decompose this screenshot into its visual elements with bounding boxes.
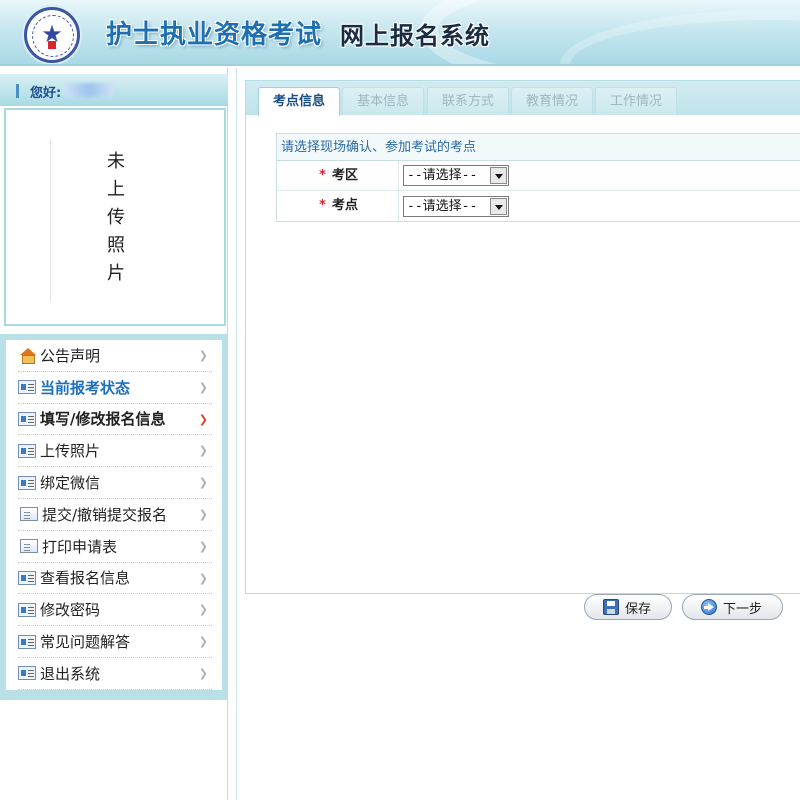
greeting-bar: 您好: <box>0 74 228 106</box>
nurse-exam-emblem-icon: ★ <box>24 7 80 63</box>
menu-item-label: 填写/修改报名信息 <box>40 410 166 429</box>
field-label-text: 考区 <box>331 168 358 183</box>
form-row-exam-region: * 考区 --请选择-- <box>277 161 800 191</box>
tab-exam-site[interactable]: 考点信息 <box>258 87 341 116</box>
field-label-exam-region: * 考区 <box>277 161 399 190</box>
menu-item-label: 修改密码 <box>40 601 101 620</box>
greeting-marker <box>16 84 19 98</box>
menu-item-label: 上传照片 <box>40 442 101 461</box>
select-value: --请选择-- <box>407 198 478 214</box>
card-icon <box>18 443 36 458</box>
menu-item-view-registration[interactable]: 查看报名信息 ❯ <box>18 563 212 595</box>
tab-basic-info[interactable]: 基本信息 <box>342 87 425 115</box>
next-step-button[interactable]: 下一步 <box>682 594 784 620</box>
menu-item-print-application[interactable]: 打印申请表 ❯ <box>18 531 212 563</box>
chevron-right-active-icon: ❯ <box>198 412 208 426</box>
save-button-label: 保存 <box>625 601 652 617</box>
page-icon <box>20 507 38 522</box>
tab-bar: 考点信息 基本信息 联系方式 教育情况 工作情况 <box>246 81 800 116</box>
required-mark: * <box>319 198 326 213</box>
greeting-label: 您好: <box>30 86 62 101</box>
site-subtitle: 网上报名系统 <box>340 22 490 50</box>
menu-item-label: 提交/撤销提交报名 <box>42 505 168 524</box>
menu-item-submit-registration[interactable]: 提交/撤销提交报名 ❯ <box>18 499 212 531</box>
card-icon <box>18 411 36 426</box>
chevron-right-icon: ❯ <box>198 380 208 394</box>
photo-placeholder-text: 未上传照片 <box>107 151 125 284</box>
menu-item-label: 打印申请表 <box>42 537 118 556</box>
menu-item-change-password[interactable]: 修改密码 ❯ <box>18 594 212 627</box>
menu-item-label: 查看报名信息 <box>40 569 131 588</box>
chevron-right-icon: ❯ <box>198 539 208 553</box>
dropdown-arrow-icon[interactable] <box>490 167 507 184</box>
required-mark: * <box>319 168 326 183</box>
menu-item-label: 当前报考状态 <box>40 378 131 397</box>
menu-item-upload-photo[interactable]: 上传照片 ❯ <box>18 435 212 468</box>
card-icon <box>18 634 36 649</box>
tab-work[interactable]: 工作情况 <box>595 87 678 115</box>
photo-divider <box>50 140 51 302</box>
menu-item-current-status[interactable]: 当前报考状态 ❯ <box>18 372 212 404</box>
chevron-right-icon: ❯ <box>198 571 208 585</box>
dropdown-arrow-icon[interactable] <box>490 197 507 215</box>
field-label-exam-site: * 考点 <box>277 191 399 221</box>
tab-panel: 考点信息 基本信息 联系方式 教育情况 工作情况 请选择现场确认、参加考试的考点… <box>245 80 800 594</box>
form-row-exam-site: * 考点 --请选择-- <box>277 191 800 221</box>
page-icon <box>20 539 38 554</box>
menu-item-faq[interactable]: 常见问题解答 ❯ <box>18 626 212 658</box>
menu-item-label: 绑定微信 <box>40 474 101 493</box>
redacted-username <box>64 83 114 97</box>
menu-frame: 公告声明 ❯ 当前报考状态 ❯ 填写/修改报名信息 ❯ 上传照片 ❯ 绑定微信 <box>0 334 228 700</box>
home-icon <box>18 348 36 365</box>
chevron-right-icon: ❯ <box>198 666 208 680</box>
chevron-right-icon: ❯ <box>198 444 208 458</box>
menu-item-label: 常见问题解答 <box>40 633 131 652</box>
exam-site-select[interactable]: --请选择-- <box>403 195 509 217</box>
floppy-disk-icon <box>603 599 619 615</box>
card-icon <box>18 602 36 617</box>
exam-region-select[interactable]: --请选择-- <box>403 165 509 186</box>
chevron-right-icon: ❯ <box>198 635 208 649</box>
menu-item-announcement[interactable]: 公告声明 ❯ <box>18 340 212 372</box>
select-value: --请选择-- <box>407 168 478 183</box>
card-icon <box>18 380 36 395</box>
field-value-cell: --请选择-- <box>399 191 509 221</box>
chevron-right-icon: ❯ <box>198 476 208 490</box>
field-value-cell: --请选择-- <box>399 161 509 190</box>
card-icon <box>18 666 36 681</box>
menu-item-logout[interactable]: 退出系统 ❯ <box>18 658 212 690</box>
tab-education[interactable]: 教育情况 <box>511 87 594 115</box>
main-content: 考点信息 基本信息 联系方式 教育情况 工作情况 请选择现场确认、参加考试的考点… <box>236 68 800 800</box>
exam-site-form: 请选择现场确认、参加考试的考点 * 考区 --请选择-- * 考点 --请选择-- <box>276 133 800 222</box>
form-instruction: 请选择现场确认、参加考试的考点 <box>277 134 800 161</box>
header-banner: ★ 护士执业资格考试 网上报名系统 <box>0 0 800 66</box>
save-button[interactable]: 保存 <box>584 594 673 620</box>
field-label-text: 考点 <box>331 198 358 213</box>
site-title: 护士执业资格考试 <box>106 20 323 50</box>
tab-contact[interactable]: 联系方式 <box>427 87 510 115</box>
next-step-button-label: 下一步 <box>723 601 763 617</box>
photo-frame: 未上传照片 <box>4 108 226 326</box>
menu-item-label: 公告声明 <box>40 346 101 365</box>
card-icon <box>18 570 36 585</box>
menu-item-label: 退出系统 <box>40 664 101 683</box>
chevron-right-icon: ❯ <box>198 603 208 617</box>
menu-item-edit-registration[interactable]: 填写/修改报名信息 ❯ <box>18 404 212 436</box>
chevron-right-icon: ❯ <box>198 349 208 362</box>
menu-item-bind-wechat[interactable]: 绑定微信 ❯ <box>18 467 212 499</box>
form-actions: 保存 下一步 <box>584 594 784 620</box>
card-icon <box>18 475 36 490</box>
arrow-right-icon <box>701 599 718 615</box>
sidebar: 您好: 未上传照片 公告声明 ❯ 当前报考状态 ❯ 填写/修改报名信息 ❯ 上传… <box>0 68 228 800</box>
sidebar-menu: 公告声明 ❯ 当前报考状态 ❯ 填写/修改报名信息 ❯ 上传照片 ❯ 绑定微信 <box>6 340 222 690</box>
chevron-right-icon: ❯ <box>198 507 208 521</box>
